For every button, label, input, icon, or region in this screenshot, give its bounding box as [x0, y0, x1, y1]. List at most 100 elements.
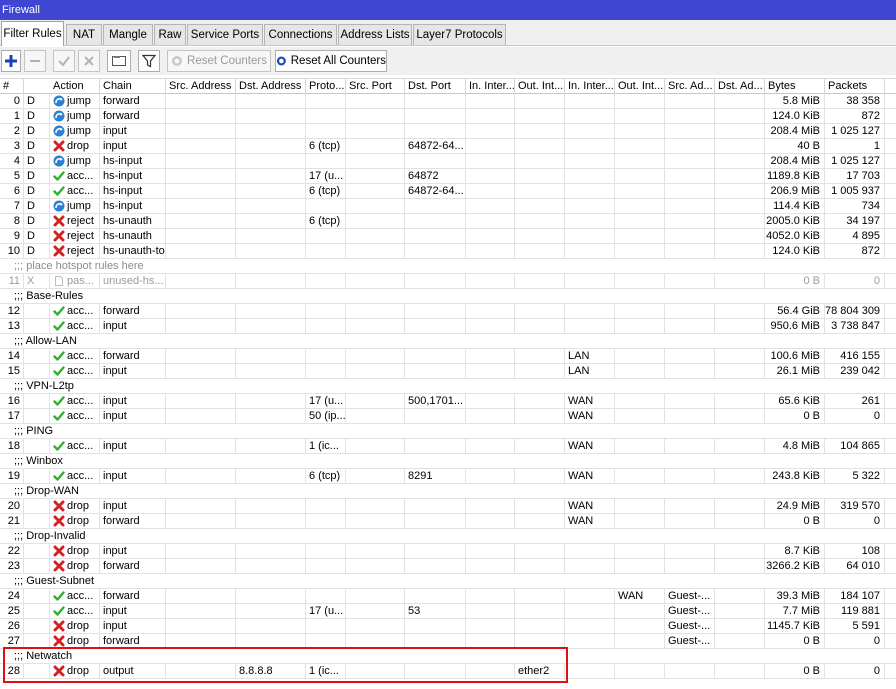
table-row[interactable]: 11 Xpas... unused-hs... 0 B0 — [0, 274, 896, 289]
col-header-dst-address[interactable]: Dst. Address — [236, 79, 306, 94]
table-row[interactable]: 24 acc... forward WAN Guest-... 39.3 MiB 184 1… — [0, 589, 896, 604]
table-row[interactable]: 8 Dreject hs-unauth 6 (tcp) 2005.0 KiB 34 197 — [0, 214, 896, 229]
reset-counters-button[interactable]: Reset Counters — [167, 50, 271, 72]
cell-out-interface-list — [615, 304, 665, 318]
col-header-protocol[interactable]: Proto... — [306, 79, 346, 94]
cell-chain: input — [100, 319, 166, 333]
cell-src-port — [346, 229, 405, 243]
table-row[interactable]: 7 Djump hs-input 114.4 KiB 734 — [0, 199, 896, 214]
cell-dst-address — [236, 364, 306, 378]
reset-all-counters-button[interactable]: Reset All Counters — [275, 50, 387, 72]
col-header-chain[interactable]: Chain — [100, 79, 166, 94]
comment-row[interactable]: ;;; Base-Rules — [0, 289, 896, 304]
col-header-number[interactable]: # — [0, 79, 24, 94]
col-header-in-interface[interactable]: In. Inter... — [466, 79, 515, 94]
cell-out-interface-list — [615, 634, 665, 648]
disable-button[interactable] — [78, 50, 100, 72]
col-header-src-address-list[interactable]: Src. Ad... — [665, 79, 715, 94]
tab-filter-rules[interactable]: Filter Rules — [1, 21, 64, 46]
cell-in-interface — [466, 409, 515, 423]
cell-chain: forward — [100, 349, 166, 363]
cell-in-interface-list — [565, 184, 615, 198]
table-row[interactable]: 25 acc... input 17 (u... 53 Guest-... 7.7 MiB 1… — [0, 604, 896, 619]
col-header-out-interface-list[interactable]: Out. Int... — [615, 79, 665, 94]
add-button[interactable] — [1, 50, 21, 72]
remove-button[interactable] — [24, 50, 46, 72]
action-label: acc... — [67, 440, 94, 452]
table-row[interactable]: 23 drop forward 3266.2 KiB 64 010 — [0, 559, 896, 574]
table-row[interactable]: 21 drop forward WAN 0 B0 — [0, 514, 896, 529]
table-row[interactable]: 2 Djump input 208.4 MiB 1 025 127 — [0, 124, 896, 139]
comment-row[interactable]: ;;; Winbox — [0, 454, 896, 469]
cell-action: drop — [50, 634, 100, 648]
table-row[interactable]: 10 Dreject hs-unauth-to 124.0 KiB 872 — [0, 244, 896, 259]
tab-layer7-protocols[interactable]: Layer7 Protocols — [413, 24, 506, 45]
cell-out-interface-list — [615, 109, 665, 123]
col-header-bytes[interactable]: Bytes — [765, 79, 825, 94]
cell-src-port — [346, 469, 405, 483]
table-row[interactable]: 26 drop input Guest-... 1145.7 KiB 5 591 — [0, 619, 896, 634]
comment-row[interactable]: ;;; place hotspot rules here — [0, 259, 896, 274]
cell-action: acc... — [50, 319, 100, 333]
table-row[interactable]: 16 acc... input 17 (u... 500,1701... WAN 65.6 … — [0, 394, 896, 409]
table-row[interactable]: 17 acc... input 50 (ip... WAN 0 B0 — [0, 409, 896, 424]
comment-row[interactable]: ;;; Guest-Subnet — [0, 574, 896, 589]
comment-row[interactable]: ;;; Drop-WAN — [0, 484, 896, 499]
table-row[interactable]: 6 Dacc... hs-input 6 (tcp) 64872-64... 206.9 … — [0, 184, 896, 199]
cell-src-address-list — [665, 244, 715, 258]
col-header-dst-address-list[interactable]: Dst. Ad... — [715, 79, 765, 94]
cell-dst-port — [405, 154, 466, 168]
tab-mangle[interactable]: Mangle — [103, 24, 153, 45]
cell-flag — [24, 469, 50, 483]
tab-service-ports[interactable]: Service Ports — [187, 24, 263, 45]
table-row[interactable]: 0 Djump forward 5.8 MiB 38 358 — [0, 94, 896, 109]
table-row[interactable]: 9 Dreject hs-unauth 4052.0 KiB 4 895 — [0, 229, 896, 244]
cell-out-interface — [515, 394, 565, 408]
tab-nat[interactable]: NAT — [66, 24, 102, 45]
table-row[interactable]: 22 drop input 8.7 KiB 108 — [0, 544, 896, 559]
col-header-out-interface[interactable]: Out. Int... — [515, 79, 565, 94]
cell-chain: forward — [100, 514, 166, 528]
table-row[interactable]: 14 acc... forward LAN 100.6 MiB 416 155 — [0, 349, 896, 364]
col-header-dst-port[interactable]: Dst. Port — [405, 79, 466, 94]
cell-in-interface — [466, 109, 515, 123]
table-row[interactable]: 19 acc... input 6 (tcp) 8291 WAN 243.8 KiB 5 32… — [0, 469, 896, 484]
comment-row[interactable]: ;;; VPN-L2tp — [0, 379, 896, 394]
col-header-packets[interactable]: Packets — [825, 79, 885, 94]
comment-row[interactable]: ;;; Allow-LAN — [0, 334, 896, 349]
tab-address-lists[interactable]: Address Lists — [338, 24, 412, 45]
cell-in-interface-list: WAN — [565, 409, 615, 423]
comment-row[interactable]: ;;; PING — [0, 424, 896, 439]
tab-connections[interactable]: Connections — [264, 24, 337, 45]
table-row[interactable]: 15 acc... input LAN 26.1 MiB 239 042 — [0, 364, 896, 379]
comment-row[interactable]: ;;; Drop-Invalid — [0, 529, 896, 544]
table-row[interactable]: 3 Ddrop input 6 (tcp) 64872-64... 40 B1 — [0, 139, 896, 154]
check-icon — [58, 56, 70, 67]
enable-button[interactable] — [53, 50, 75, 72]
col-header-in-interface-list[interactable]: In. Inter... — [565, 79, 615, 94]
table-row[interactable]: 4 Djump hs-input 208.4 MiB 1 025 127 — [0, 154, 896, 169]
comment-button[interactable] — [107, 50, 131, 72]
cell-chain: hs-input — [100, 184, 166, 198]
cell-number: 8 — [0, 214, 24, 228]
table-row[interactable]: 1 Djump forward 124.0 KiB 872 — [0, 109, 896, 124]
col-header-src-address[interactable]: Src. Address — [166, 79, 236, 94]
cell-dst-address — [236, 214, 306, 228]
table-row[interactable]: 13 acc... input 950.6 MiB 3 738 847 — [0, 319, 896, 334]
table-row[interactable]: 12 acc... forward 56.4 GiB 78 804 309 — [0, 304, 896, 319]
cell-dst-address — [236, 304, 306, 318]
col-header-action[interactable]: Action — [50, 79, 100, 94]
reset-icon — [172, 56, 183, 66]
cell-dst-address — [236, 439, 306, 453]
table-row[interactable]: 18 acc... input 1 (ic... WAN 4.8 MiB 104 865 — [0, 439, 896, 454]
table-row[interactable]: 20 drop input WAN 24.9 MiB 319 570 — [0, 499, 896, 514]
cell-in-interface-list — [565, 559, 615, 573]
cell-in-interface — [466, 124, 515, 138]
tab-raw[interactable]: Raw — [154, 24, 186, 45]
cell-protocol: 17 (u... — [306, 169, 346, 183]
table-row[interactable]: 5 Dacc... hs-input 17 (u... 64872 1189.8 KiB 1… — [0, 169, 896, 184]
col-header-src-port[interactable]: Src. Port — [346, 79, 405, 94]
filter-button[interactable] — [138, 50, 160, 72]
window-title-bar: Firewall — [0, 0, 896, 20]
rule-comment: ;;; Drop-Invalid — [14, 530, 86, 542]
